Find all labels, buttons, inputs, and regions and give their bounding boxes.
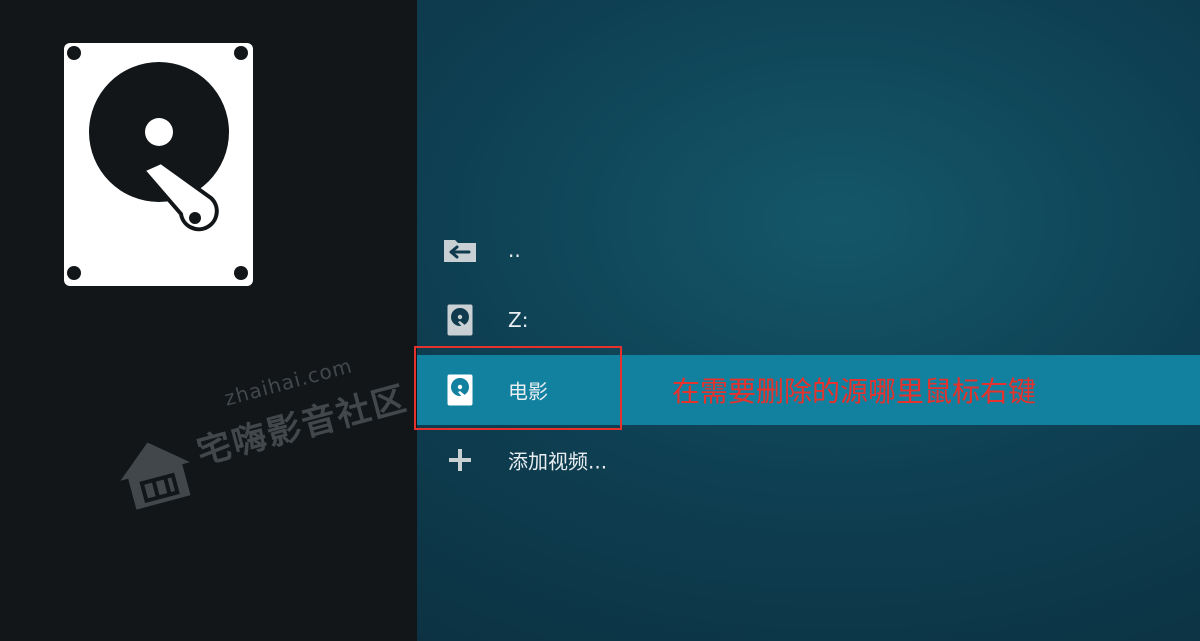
annotation-highlight-box [414,346,622,430]
plus-icon [443,444,477,476]
kodi-screen: .. Z: 电影 添加视频... 在需要删除的源哪里鼠标右键 zhaihai.c… [0,0,1200,641]
list-item-parent[interactable]: .. [417,215,1200,285]
list-item-label: Z: [508,308,529,332]
hard-drive-icon [443,304,477,336]
list-item-add-video[interactable]: 添加视频... [417,425,1200,495]
back-folder-icon [443,234,477,266]
list-item-label: 添加视频... [508,449,608,474]
left-info-panel [0,0,417,641]
list-item-drive-z[interactable]: Z: [417,285,1200,355]
hard-drive-icon [64,43,253,286]
list-item-label: .. [508,238,521,262]
annotation-text: 在需要删除的源哪里鼠标右键 [672,375,1037,408]
